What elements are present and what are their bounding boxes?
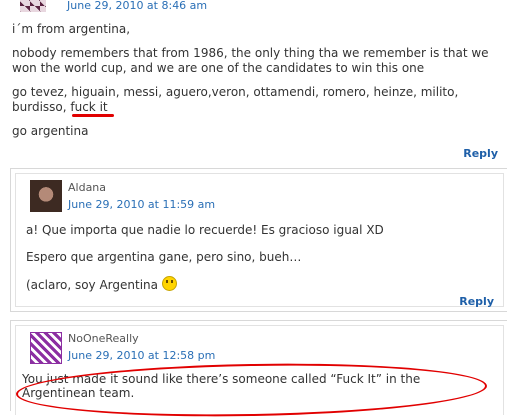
reply-button[interactable]: Reply <box>463 147 498 160</box>
reply-comment-noonereally: NoOneReally June 29, 2010 at 12:58 pm Yo… <box>10 320 507 420</box>
comment-author: NoOneReally <box>68 332 139 345</box>
comment-author: Aldana <box>68 181 107 194</box>
comment-top: June 29, 2010 at 8:46 am i´m from argent… <box>0 0 507 168</box>
comment-text: go argentina <box>12 124 89 138</box>
comment-box: NoOneReally June 29, 2010 at 12:58 pm Yo… <box>15 325 504 420</box>
comment-text: (aclaro, soy Argentina <box>26 276 178 293</box>
avatar <box>20 0 46 12</box>
comment-text: nobody remembers that from 1986, the onl… <box>12 46 489 75</box>
comment-date-link[interactable]: June 29, 2010 at 12:58 pm <box>68 349 215 362</box>
comment-box: Aldana June 29, 2010 at 11:59 am a! Que … <box>15 173 504 308</box>
comment-text: i´m from argentina, <box>12 22 131 36</box>
reply-comment-aldana: Aldana June 29, 2010 at 11:59 am a! Que … <box>10 168 507 312</box>
comment-text: Espero que argentina gane, pero sino, bu… <box>26 250 302 264</box>
comment-text: a! Que importa que nadie lo recuerde! Es… <box>26 223 384 237</box>
avatar <box>30 332 62 364</box>
smiley-icon <box>162 276 178 291</box>
comment-date-link[interactable]: June 29, 2010 at 11:59 am <box>68 198 215 211</box>
comment-text: go tevez, higuain, messi, aguero,veron, … <box>12 85 459 114</box>
avatar <box>30 180 62 212</box>
red-circle-annotation <box>15 359 488 420</box>
comment-text-content: (aclaro, soy Argentina <box>26 278 159 292</box>
red-underline <box>72 114 114 117</box>
comment-date-link[interactable]: June 29, 2010 at 8:46 am <box>67 0 207 12</box>
reply-button[interactable]: Reply <box>459 295 494 308</box>
